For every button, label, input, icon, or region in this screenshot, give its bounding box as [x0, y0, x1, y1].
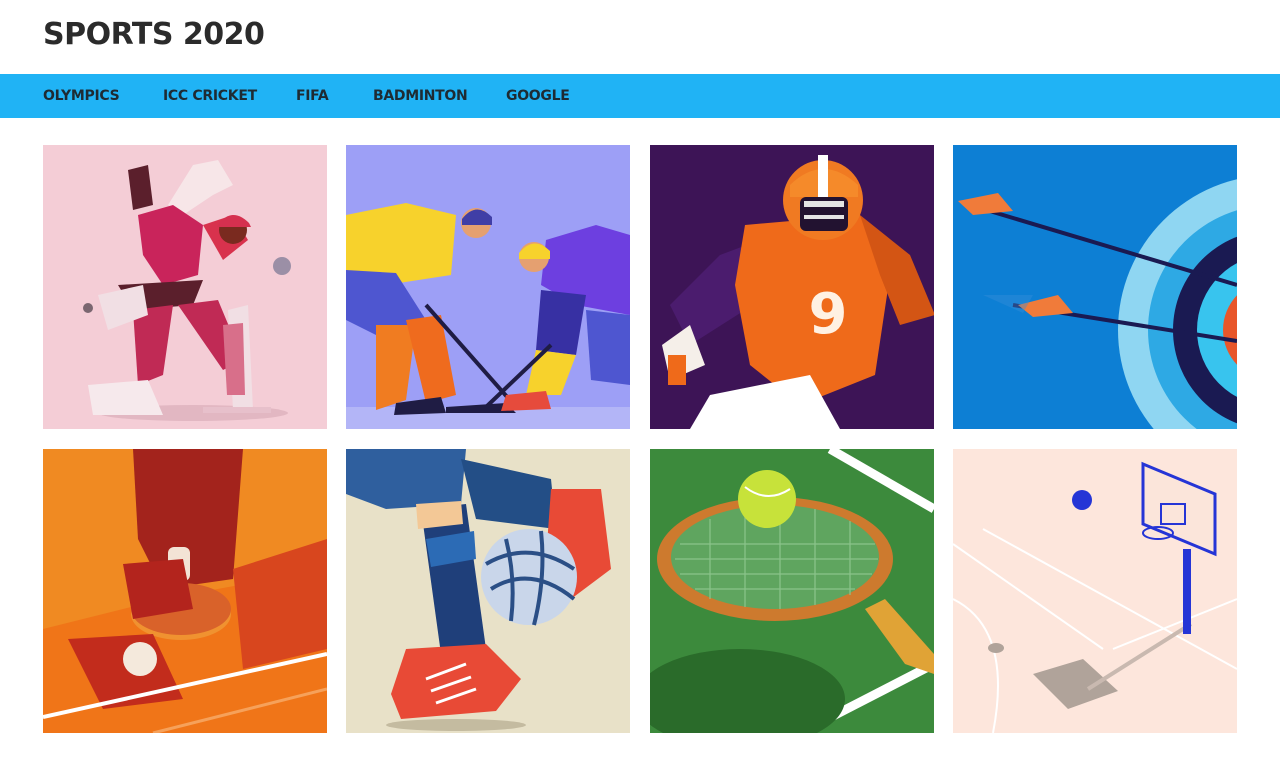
nav-item-icc-cricket[interactable]: ICC CRICKET — [163, 74, 257, 118]
football-illustration — [346, 449, 630, 733]
tile-ice-hockey[interactable] — [346, 145, 630, 429]
tile-table-tennis[interactable] — [43, 449, 327, 733]
basketball-illustration — [953, 449, 1237, 733]
main-nav: OLYMPICS ICC CRICKET FIFA BADMINTON GOOG… — [0, 74, 1280, 118]
jersey-number: 9 — [809, 282, 848, 347]
archery-illustration — [953, 145, 1237, 429]
page-title: SPORTS 2020 — [43, 17, 265, 52]
nav-item-olympics[interactable]: OLYMPICS — [43, 74, 120, 118]
nav-item-fifa[interactable]: FIFA — [296, 74, 329, 118]
tile-american-football[interactable]: 9 — [650, 145, 934, 429]
nav-item-badminton[interactable]: BADMINTON — [373, 74, 468, 118]
cricket-illustration — [43, 145, 327, 429]
tile-tennis[interactable] — [650, 449, 934, 733]
american-football-illustration: 9 — [650, 145, 934, 429]
nav-item-google[interactable]: GOOGLE — [506, 74, 570, 118]
tile-basketball[interactable] — [953, 449, 1237, 733]
tile-archery[interactable] — [953, 145, 1237, 429]
tennis-illustration — [650, 449, 934, 733]
ice-hockey-illustration — [346, 145, 630, 429]
tile-cricket[interactable] — [43, 145, 327, 429]
tile-football[interactable] — [346, 449, 630, 733]
table-tennis-illustration — [43, 449, 327, 733]
